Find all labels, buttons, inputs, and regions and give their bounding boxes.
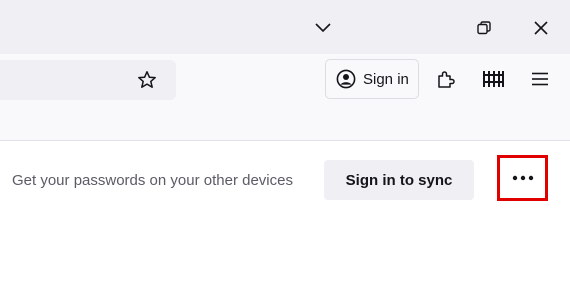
promo-message: Get your passwords on your other devices: [12, 172, 293, 189]
sync-promo-panel: Get your passwords on your other devices…: [0, 141, 570, 300]
nav-toolbar: Sign in: [0, 54, 570, 141]
account-signin-button[interactable]: Sign in: [325, 59, 419, 99]
close-icon: [534, 21, 548, 35]
hamburger-menu-icon: [532, 72, 548, 86]
star-icon: [138, 71, 156, 88]
list-all-tabs-button[interactable]: [303, 8, 343, 48]
address-bar[interactable]: [0, 60, 176, 100]
library-icon: [483, 71, 504, 87]
extensions-button[interactable]: [431, 64, 461, 94]
more-options-icon: [512, 175, 533, 181]
library-button[interactable]: [478, 64, 508, 94]
restore-window-icon: [477, 21, 491, 35]
chevron-down-icon: [315, 23, 331, 33]
sign-in-to-sync-button[interactable]: Sign in to sync: [324, 160, 474, 200]
app-menu-button[interactable]: [525, 64, 555, 94]
title-bar: [0, 0, 570, 54]
account-avatar-icon: [335, 68, 357, 90]
bookmark-star-button[interactable]: [135, 68, 159, 92]
puzzle-piece-icon: [438, 71, 455, 88]
close-window-button[interactable]: [521, 8, 561, 48]
signin-label: Sign in: [363, 70, 409, 88]
more-options-button[interactable]: [497, 155, 548, 201]
restore-window-button[interactable]: [464, 8, 504, 48]
